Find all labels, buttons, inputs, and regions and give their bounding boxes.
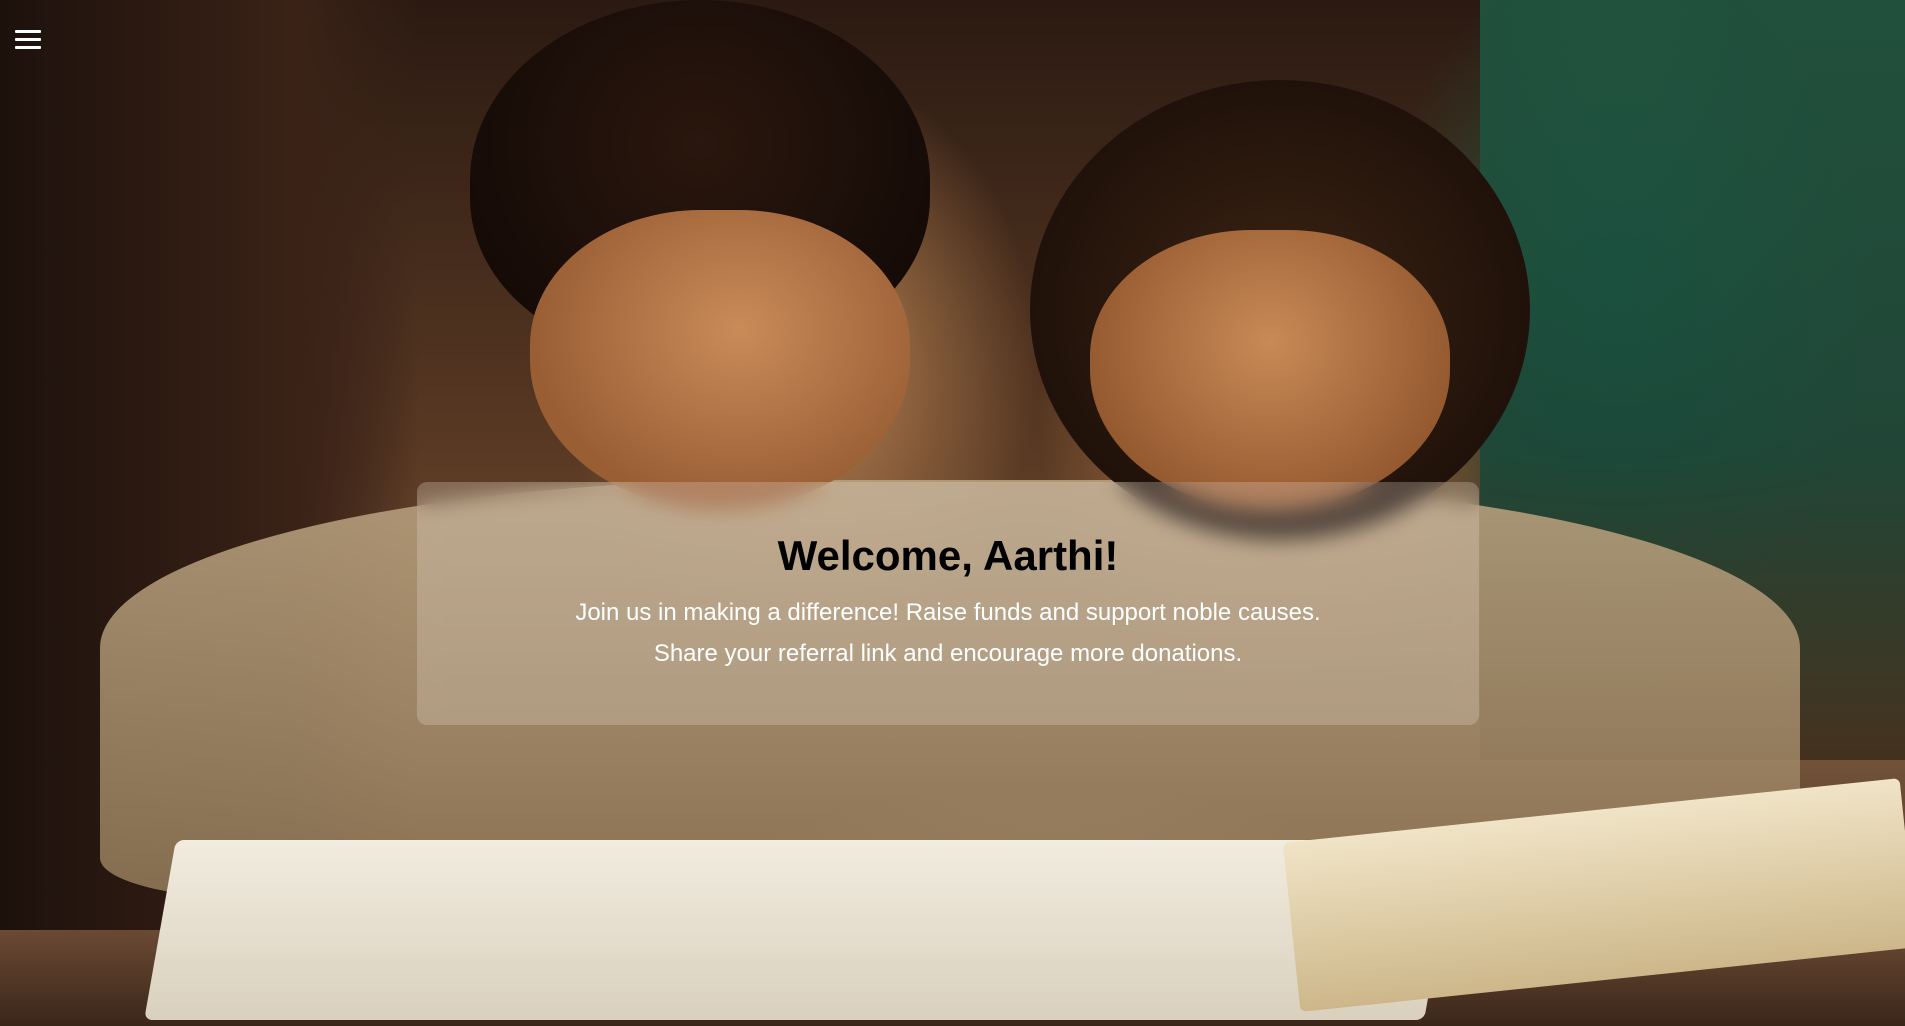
hero-section: Welcome, Aarthi! Join us in making a dif… <box>0 0 1905 1026</box>
girl-face-shape <box>1090 230 1450 510</box>
girl-hair-shape <box>1030 80 1530 540</box>
welcome-message-line-1: Join us in making a difference! Raise fu… <box>575 599 1321 626</box>
open-book-shape <box>144 840 1456 1020</box>
menu-bar <box>15 30 41 33</box>
menu-bar <box>15 38 41 41</box>
hamburger-menu-icon[interactable] <box>13 26 43 54</box>
background-wall-shape <box>0 0 420 1026</box>
desk-shape <box>0 930 1905 1026</box>
welcome-card: Welcome, Aarthi! Join us in making a dif… <box>417 482 1479 725</box>
welcome-message-line-2: Share your referral link and encourage m… <box>653 640 1243 667</box>
welcome-title: Welcome, Aarthi! <box>777 532 1119 579</box>
boy-face-shape <box>530 210 910 510</box>
map-paper-shape <box>1282 778 1905 1012</box>
welcome-message: Join us in making a difference! Raise fu… <box>417 592 1479 674</box>
boy-hair-shape <box>470 0 930 360</box>
menu-bar <box>15 46 41 49</box>
background-green-wall-shape <box>1480 0 1905 760</box>
